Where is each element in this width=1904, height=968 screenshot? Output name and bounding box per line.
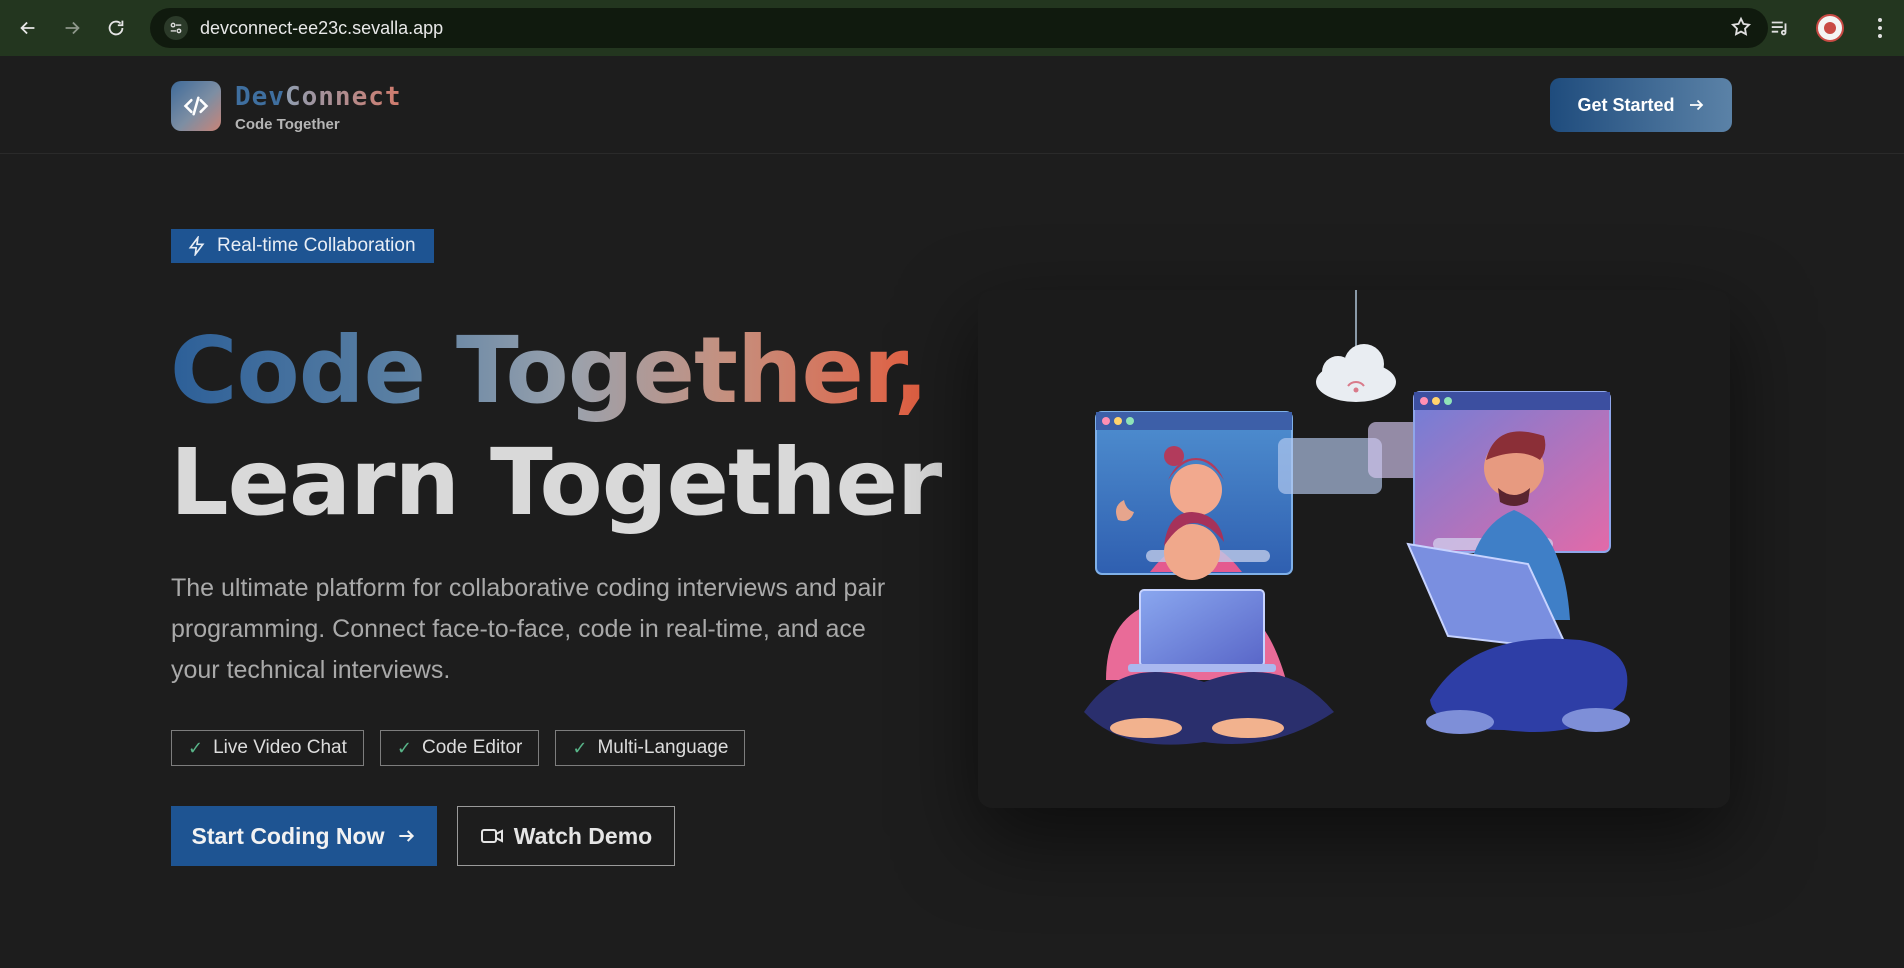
cloud-wifi-icon	[1316, 344, 1396, 402]
back-arrow-icon	[20, 21, 35, 35]
check-icon: ✓	[572, 737, 588, 758]
hero-description: The ultimate platform for collaborative …	[171, 574, 886, 684]
start-coding-label: Start Coding Now	[191, 822, 385, 849]
hero-actions: Start Coding Now Watch Demo	[171, 806, 675, 866]
media-queue-icon[interactable]	[1762, 10, 1798, 46]
video-call-illustration	[1084, 290, 1630, 745]
brand-dev: Dev	[235, 82, 285, 112]
brand-name[interactable]: DevConnect	[235, 82, 402, 112]
arrow-right-icon	[399, 830, 415, 842]
browser-toolbar: devconnect-ee23c.sevalla.app	[0, 0, 1904, 56]
realtime-badge: Real-time Collaboration	[171, 229, 434, 263]
address-bar[interactable]: devconnect-ee23c.sevalla.app	[150, 8, 1768, 48]
feature-list: ✓ Live Video Chat ✓ Code Editor ✓ Multi-…	[171, 730, 746, 766]
reload-button[interactable]	[94, 6, 138, 50]
arrow-right-icon	[1689, 99, 1703, 111]
forward-button[interactable]	[50, 6, 94, 50]
hero-illustration	[978, 290, 1730, 808]
check-icon: ✓	[188, 737, 204, 758]
hero-title-line2: Learn Together	[170, 429, 942, 536]
browser-actions	[1762, 0, 1904, 56]
logo[interactable]	[171, 81, 221, 131]
watch-demo-label: Watch Demo	[513, 822, 653, 849]
url-text[interactable]: devconnect-ee23c.sevalla.app	[200, 18, 443, 39]
badge-label: Real-time Collaboration	[217, 235, 416, 256]
video-camera-icon	[480, 829, 503, 843]
feature-label: Live Video Chat	[213, 737, 347, 758]
code-brackets-icon	[183, 96, 209, 116]
start-coding-button[interactable]: Start Coding Now	[171, 806, 437, 866]
feature-label: Code Editor	[422, 737, 523, 758]
hero-title-line1: Code Together,	[170, 315, 941, 427]
brand-connect: Connect	[284, 82, 402, 112]
watch-demo-button[interactable]: Watch Demo	[457, 806, 675, 866]
back-button[interactable]	[6, 6, 50, 50]
feature-chip: ✓ Live Video Chat	[171, 730, 364, 766]
bookmark-star-icon[interactable]	[1730, 16, 1752, 43]
feature-chip: ✓ Code Editor	[379, 730, 540, 766]
lightning-icon	[188, 236, 205, 256]
site-settings-icon[interactable]	[164, 16, 188, 40]
profile-avatar[interactable]	[1812, 10, 1848, 46]
check-icon: ✓	[396, 737, 412, 758]
get-started-label: Get Started	[1577, 94, 1675, 115]
feature-label: Multi-Language	[597, 737, 729, 758]
get-started-button[interactable]: Get Started	[1550, 78, 1732, 132]
site-header: DevConnect Code Together Get Started	[0, 56, 1904, 154]
reload-icon	[108, 20, 124, 36]
feature-chip: ✓ Multi-Language	[555, 730, 746, 766]
menu-kebab-icon[interactable]	[1862, 10, 1898, 46]
hero-title: Code Together, Learn Together	[170, 315, 942, 539]
brand-tagline: Code Together	[235, 116, 340, 133]
forward-arrow-icon	[65, 21, 80, 35]
